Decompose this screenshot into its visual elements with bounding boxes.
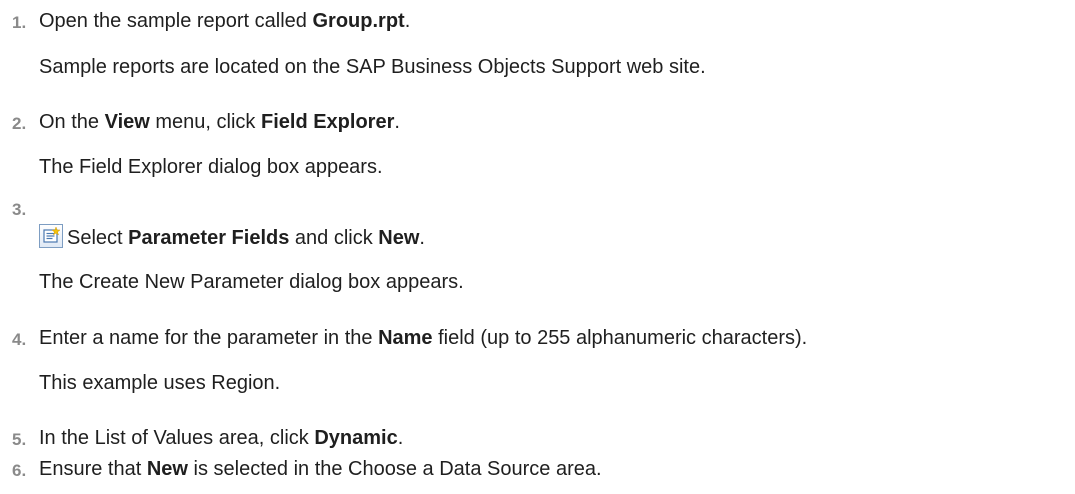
step-number: 6. [12, 461, 27, 480]
step-number: 2. [12, 114, 27, 133]
option-name: New [146, 458, 188, 480]
step-instruction: In the List of Values area, click Dynami… [39, 427, 404, 449]
step-number: 3. [12, 200, 27, 219]
procedure-steps: 1. Open the sample report called Group.r… [0, 0, 1075, 494]
step-instruction: On the View menu, click Field Explorer. [39, 111, 400, 133]
step-note: The Create New Parameter dialog box appe… [39, 271, 464, 293]
field-name: Name [378, 327, 433, 349]
step-number: 1. [12, 13, 27, 32]
menu-name: View [104, 111, 150, 133]
option-name: Dynamic [314, 427, 398, 449]
step-note: The Field Explorer dialog box appears. [39, 156, 383, 178]
step-note: This example uses Region. [39, 372, 281, 394]
command-name: Field Explorer [260, 111, 395, 133]
new-parameter-icon [39, 224, 63, 248]
step-number: 5. [12, 430, 27, 449]
step-instruction: Open the sample report called Group.rpt. [39, 10, 411, 32]
step-number: 4. [12, 330, 27, 349]
button-name: New [378, 227, 420, 249]
step-instruction: Enter a name for the parameter in the Na… [39, 327, 808, 349]
report-name: Group.rpt [312, 10, 405, 32]
step-instruction: Select Parameter Fields and click New. [39, 224, 425, 250]
step-instruction: Ensure that New is selected in the Choos… [39, 458, 602, 480]
step-note: Sample reports are located on the SAP Bu… [39, 56, 706, 78]
node-name: Parameter Fields [128, 227, 290, 249]
